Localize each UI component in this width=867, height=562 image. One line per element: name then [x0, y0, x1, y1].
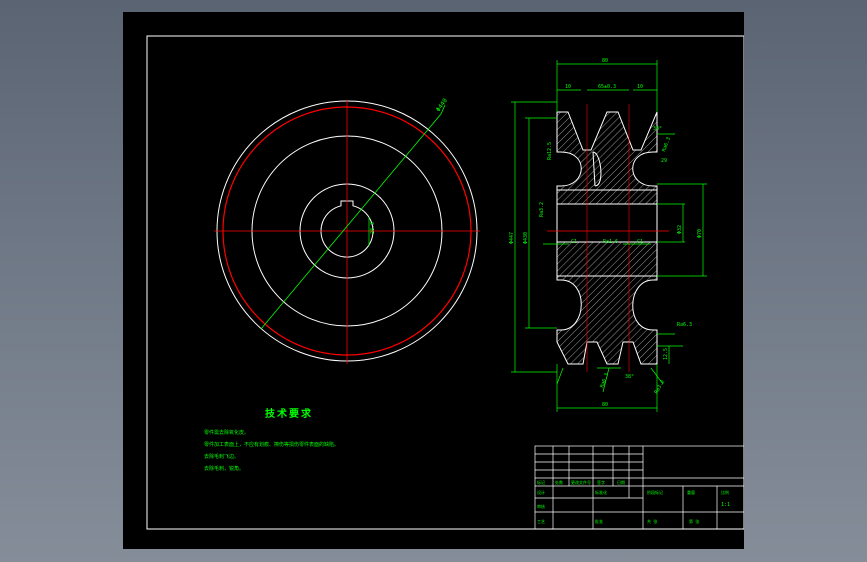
- tb-cell-stage: 阶段标记: [647, 489, 663, 495]
- tech-requirement-3: 去除毛刺飞边。: [204, 454, 240, 460]
- dim-hub-diameter: Φ70: [697, 229, 703, 238]
- tb-cell-review: 审核: [537, 503, 545, 509]
- dim-groove-angle-top: 38°: [653, 126, 662, 132]
- tb-cell-sign: 签字: [597, 479, 605, 485]
- dim-groove-depth: 29: [661, 158, 667, 164]
- tech-requirement-1: 零件需去除氧化皮。: [204, 430, 250, 436]
- tb-cell-date: 日期: [617, 479, 625, 485]
- tb-cell-approve: 批准: [595, 518, 603, 524]
- tb-cell-design: 设计: [537, 489, 545, 495]
- tb-cell-standard: 标准化: [595, 489, 607, 495]
- tb-cell-count: 处数: [555, 479, 563, 485]
- dim-roughness-bore: Ra1.6: [603, 239, 618, 245]
- bore: [556, 203, 658, 243]
- tb-cell-change-doc: 更改文件号: [571, 479, 591, 485]
- dim-roughness-top-right: Ra6.3: [661, 136, 672, 152]
- dim-outer-diameter: Φ447: [509, 232, 515, 244]
- tech-requirements-title: 技术要求: [265, 409, 313, 420]
- tb-cell-sheet-no: 第 张: [689, 518, 699, 524]
- tb-cell-scale: 比例: [721, 489, 729, 495]
- dim-roughness-left: Ra3.2: [539, 202, 545, 217]
- dim-roughness-bottom-left: Ra6.3: [599, 372, 610, 388]
- title-block: [534, 445, 744, 530]
- tech-requirement-2: 零件加工表面上，不应有划痕、擦伤等损伤零件表面的缺陷。: [204, 442, 340, 448]
- tech-requirement-4: 去除毛刺，锐角。: [204, 466, 245, 472]
- tb-cell-process: 工艺: [537, 519, 545, 524]
- hub-upper-section: [556, 189, 658, 205]
- tb-cell-sheets-total: 共 张: [647, 518, 657, 524]
- dim-groove-bottom: 12.5: [663, 348, 669, 360]
- diameter-leader: [260, 113, 442, 330]
- dim-groove-angle-bottom: 38°: [625, 374, 634, 380]
- front-view: Φ440 28.3: [214, 97, 480, 364]
- dim-pitch-diameter: Φ430: [523, 232, 529, 244]
- key-dim-label: 28.3: [370, 222, 376, 234]
- dim-overall-width-top: 80: [602, 58, 608, 64]
- dim-chamfer-left: C1: [571, 239, 577, 245]
- hub-lower-section: [556, 241, 658, 277]
- dim-overall-width-bottom: 80: [602, 402, 608, 408]
- dim-roughness-hub: Ra6.3: [677, 322, 692, 328]
- dim-groove-edge-right: 10: [637, 84, 643, 90]
- dim-groove-pitch: 65±0.3: [598, 84, 616, 90]
- lower-rim-section: [556, 275, 658, 365]
- drawing-viewport[interactable]: Φ440 28.3 80 10 65±0.3 10 38° 29 Ra12.5 …: [123, 12, 744, 549]
- dim-chamfer-right: C1: [637, 239, 643, 245]
- outer-diameter-label: Φ440: [435, 97, 449, 113]
- dim-bore-diameter: Φ32: [677, 225, 683, 234]
- dim-groove-edge: 10: [565, 84, 571, 90]
- tb-cell-weight: 重量: [687, 489, 695, 495]
- dim-roughness-bottom-right: Ra3.2: [654, 379, 667, 395]
- tb-cell-scale-value: 1:1: [721, 502, 730, 508]
- upper-rim-section: [556, 111, 658, 191]
- tb-cell-mark: 标记: [537, 479, 545, 485]
- dim-roughness-groove: Ra12.5: [547, 142, 553, 160]
